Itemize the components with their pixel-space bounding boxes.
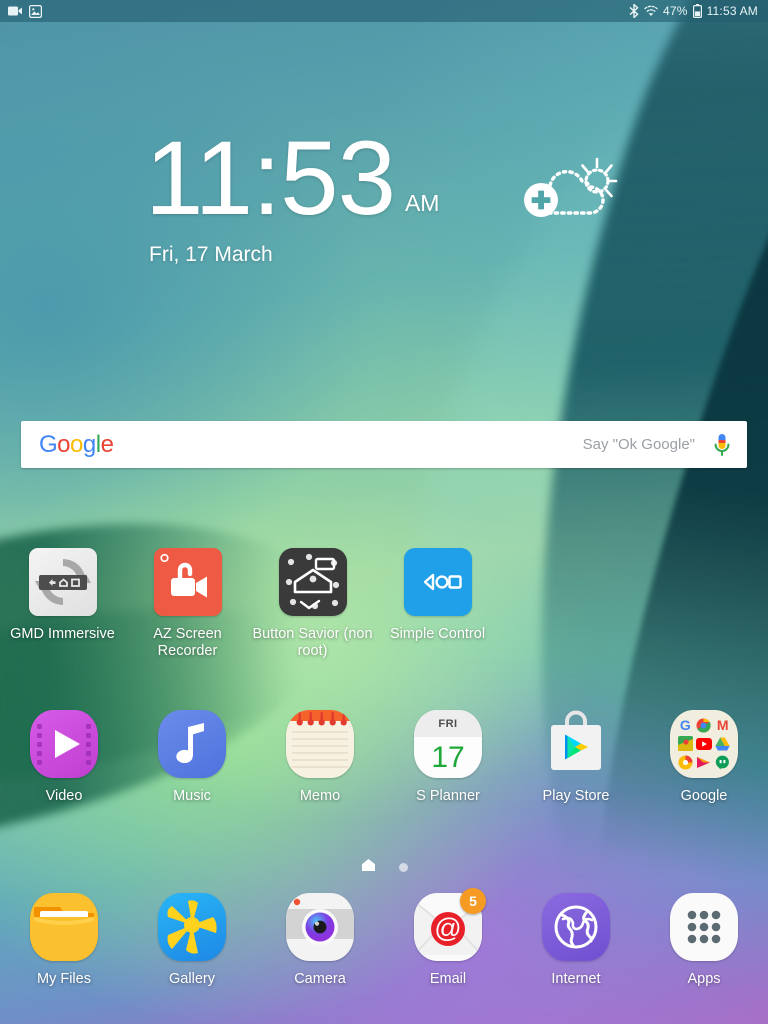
app-label: Memo <box>299 788 341 804</box>
app-music[interactable]: Music <box>128 710 256 805</box>
app-label: Button Savior (non root) <box>252 626 373 660</box>
play-store-icon <box>542 710 610 778</box>
home-icon[interactable] <box>361 858 376 877</box>
app-google-folder[interactable]: G M Google <box>640 710 768 805</box>
apps-grid-icon <box>670 893 738 961</box>
app-label: Simple Control <box>389 626 486 642</box>
app-label: Camera <box>294 971 346 987</box>
s-planner-icon: FRI 17 <box>414 710 482 778</box>
s-planner-weekday: FRI <box>438 717 458 730</box>
app-email[interactable]: @ 5 Email <box>384 888 512 988</box>
app-memo[interactable]: Memo <box>256 710 384 805</box>
youtube-app-icon <box>695 736 713 753</box>
app-internet[interactable]: Internet <box>512 893 640 988</box>
page-dot-2[interactable] <box>398 863 408 872</box>
page-indicator <box>0 858 768 877</box>
video-icon <box>30 710 98 778</box>
app-label: My Files <box>37 971 91 987</box>
drive-app-icon <box>714 736 731 753</box>
button-savior-icon <box>278 548 347 616</box>
music-icon <box>158 710 226 778</box>
az-screen-recorder-icon <box>153 548 222 616</box>
bluetooth-icon <box>629 4 639 18</box>
camera-icon <box>286 893 354 961</box>
app-video[interactable]: Video <box>0 710 128 805</box>
app-label: Gallery <box>169 971 215 987</box>
photos-app-icon <box>677 754 694 771</box>
battery-percent-label: 47% <box>662 4 688 18</box>
clock-widget[interactable]: 11:53 AM Fri, 17 March <box>145 126 439 267</box>
internet-icon <box>542 893 610 961</box>
screen-recording-icon <box>8 5 23 17</box>
battery-icon <box>692 4 702 18</box>
dock-row: My Files Gallery Camera @ 5 Email Intern… <box>0 888 768 988</box>
status-bar[interactable]: 47% 11:53 AM <box>0 0 768 22</box>
app-label: S Planner <box>416 788 480 804</box>
app-label: Video <box>45 788 83 804</box>
app-label: Email <box>429 971 467 987</box>
app-az-screen-recorder[interactable]: AZ Screen Recorder <box>125 548 250 660</box>
app-gallery[interactable]: Gallery <box>128 893 256 988</box>
app-label: GMD Immersive <box>10 626 115 642</box>
app-row-main: Video Music Memo FRI 17 S Planner Play S… <box>0 710 768 805</box>
clock-date: Fri, 17 March <box>149 243 273 266</box>
app-label: Internet <box>551 971 601 987</box>
gallery-icon <box>158 893 226 961</box>
app-apps-drawer[interactable]: Apps <box>640 893 768 988</box>
simple-control-icon <box>403 548 472 616</box>
s-planner-date: 17 <box>431 740 465 774</box>
microphone-icon[interactable] <box>711 432 733 458</box>
clock-time: 11:53 <box>145 120 396 237</box>
app-play-store[interactable]: Play Store <box>512 710 640 805</box>
email-badge: 5 <box>460 888 486 914</box>
app-label: AZ Screen Recorder <box>153 626 222 660</box>
svg-text:@: @ <box>434 913 461 943</box>
wifi-icon <box>644 5 658 17</box>
chrome-app-icon <box>696 717 713 734</box>
my-files-icon <box>30 893 98 961</box>
google-folder-icon: G M <box>670 710 738 778</box>
app-label: Apps <box>687 971 721 987</box>
search-placeholder: Say "Ok Google" <box>582 436 695 453</box>
app-button-savior[interactable]: Button Savior (non root) <box>250 548 375 660</box>
play-movies-app-icon <box>696 754 713 771</box>
add-weather-widget[interactable] <box>512 155 627 230</box>
app-label: Music <box>173 788 211 804</box>
memo-icon <box>286 710 354 778</box>
gmd-immersive-icon <box>28 548 97 616</box>
google-app-icon: G <box>679 717 691 734</box>
google-logo: Google <box>39 430 114 458</box>
clock-ampm: AM <box>404 190 440 216</box>
app-camera[interactable]: Camera <box>256 893 384 988</box>
app-label: Play Store <box>542 788 610 804</box>
app-simple-control[interactable]: Simple Control <box>375 548 500 660</box>
maps-app-icon <box>677 736 694 753</box>
app-label: Google <box>680 788 728 804</box>
app-row-tools: GMD Immersive AZ Screen Recorder Button … <box>0 548 520 660</box>
app-s-planner[interactable]: FRI 17 S Planner <box>384 710 512 805</box>
gmail-app-icon: M <box>716 717 729 734</box>
status-bar-clock: 11:53 AM <box>706 4 758 18</box>
home-screen: 47% 11:53 AM 11:53 AM Fri, 17 March Goog… <box>0 0 768 1024</box>
screenshot-icon <box>29 4 42 18</box>
google-search-bar[interactable]: Google Say "Ok Google" <box>21 421 747 468</box>
hangouts-app-icon <box>714 754 731 771</box>
email-icon: @ 5 <box>414 888 486 961</box>
app-gmd-immersive[interactable]: GMD Immersive <box>0 548 125 660</box>
app-my-files[interactable]: My Files <box>0 893 128 988</box>
